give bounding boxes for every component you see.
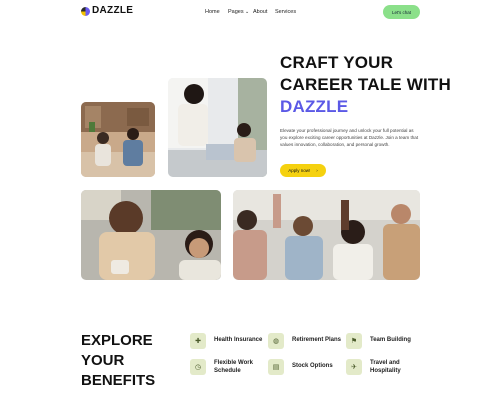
benefit-retirement-plans: Retirement Plans <box>292 337 342 343</box>
nav-home[interactable]: Home <box>205 9 220 15</box>
chevron-down-icon: ⌄ <box>243 9 250 15</box>
logo-icon[interactable] <box>81 7 90 16</box>
lets-chat-button[interactable]: Let's chat <box>383 5 420 19</box>
schedule-icon: ◷ <box>190 359 206 375</box>
nav-about[interactable]: About <box>253 9 267 15</box>
nav-pages-label: Pages <box>228 9 244 15</box>
retirement-icon: ◍ <box>268 333 284 349</box>
health-icon: ✚ <box>190 333 206 349</box>
benefits-heading-line2: BENEFITS <box>81 372 156 389</box>
benefits-heading: EXPLORE YOUR BENEFITS <box>81 331 181 391</box>
benefits-heading-line1: EXPLORE YOUR <box>81 332 153 369</box>
benefit-team-building: Team Building <box>370 337 411 343</box>
benefit-travel-hospitality: Travel and Hospitality <box>370 360 401 374</box>
hero-heading-accent: DAZZLE <box>280 97 349 116</box>
benefit-health-insurance: Health Insurance <box>214 337 263 343</box>
hero-heading-line2: CAREER TALE WITH <box>280 75 451 94</box>
nav-pages[interactable]: Pages ⌄ <box>228 9 249 15</box>
apply-now-label: Apply now! <box>288 168 311 173</box>
benefit-flexible-work-schedule: Flexible Work Schedule <box>214 360 253 374</box>
brand-name[interactable]: DAZZLE <box>92 5 133 16</box>
apply-now-button[interactable]: Apply now! › <box>280 164 326 177</box>
travel-icon: ✈ <box>346 359 362 375</box>
arrow-right-icon: › <box>316 168 318 173</box>
office-meeting-photo <box>168 78 267 177</box>
hero-heading: CRAFT YOUR CAREER TALE WITH DAZZLE <box>280 52 460 118</box>
team-icon: ⚑ <box>346 333 362 349</box>
office-women-photo <box>81 102 155 177</box>
stock-icon: ▤ <box>268 359 284 375</box>
hero-heading-line1: CRAFT YOUR <box>280 53 394 72</box>
celebrating-team-photo <box>233 190 420 280</box>
hero-paragraph: Elevate your professional journey and un… <box>280 128 419 147</box>
nav-services[interactable]: Services <box>275 9 296 15</box>
smiling-team-photo <box>81 190 221 280</box>
benefit-stock-options: Stock Options <box>292 363 333 369</box>
